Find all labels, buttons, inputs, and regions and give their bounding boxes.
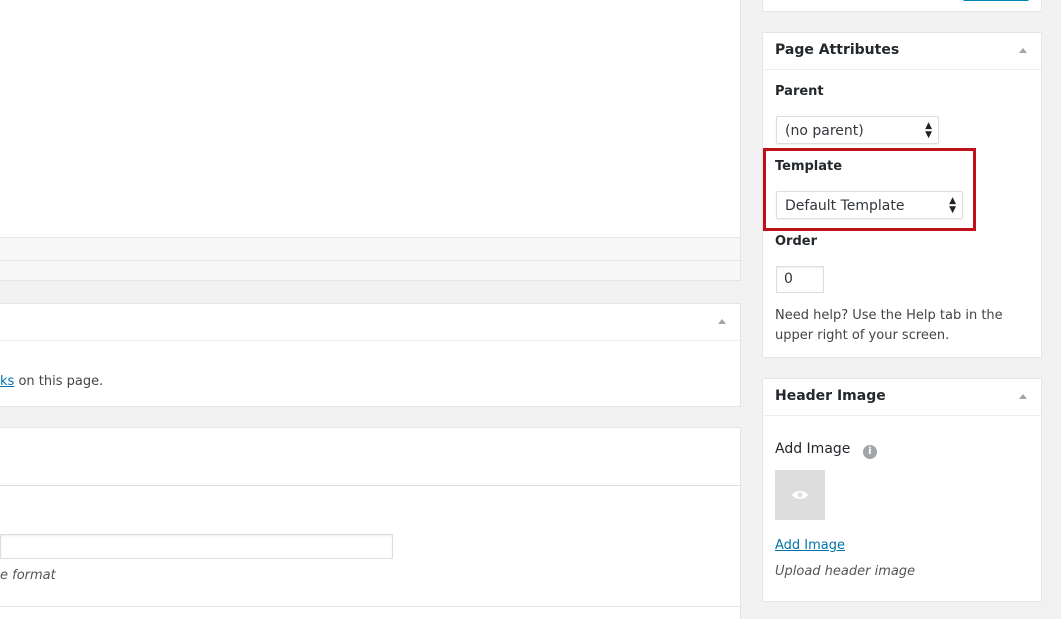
help-text: Need help? Use the Help tab in the upper… <box>775 308 1003 343</box>
header-image-preview[interactable] <box>775 470 825 520</box>
editor-status-bar <box>0 237 741 281</box>
page-attributes-header[interactable]: Page Attributes <box>763 33 1041 70</box>
select-arrows-icon: ▲ ▼ <box>925 121 932 140</box>
slug-box-divider <box>0 485 740 486</box>
page-attributes-title: Page Attributes <box>775 42 900 58</box>
parent-select-value: (no parent) <box>785 123 864 139</box>
add-image-link[interactable]: Add Image <box>775 538 845 553</box>
publish-button[interactable] <box>962 0 1030 1</box>
slug-input[interactable] <box>0 534 393 559</box>
template-select[interactable]: Default Template ▲ ▼ <box>776 191 963 219</box>
order-input-value: 0 <box>784 271 793 287</box>
order-label: Order <box>775 234 817 249</box>
template-label: Template <box>775 159 843 174</box>
lower-box-edge <box>0 607 741 619</box>
parent-select[interactable]: (no parent) ▲ ▼ <box>776 116 939 144</box>
publish-box-bottom <box>762 0 1042 12</box>
eye-icon <box>792 491 808 499</box>
collapse-toggle-icon[interactable] <box>718 319 726 324</box>
trackbacks-link[interactable]: ks <box>0 374 14 389</box>
collapse-toggle-icon[interactable] <box>1019 394 1027 399</box>
discussion-box-header[interactable] <box>0 304 740 341</box>
collapse-toggle-icon[interactable] <box>1019 48 1027 53</box>
editor-content-area[interactable] <box>0 0 741 237</box>
header-image-header[interactable]: Header Image <box>763 379 1041 416</box>
upload-hint: Upload header image <box>775 564 916 579</box>
select-arrows-icon: ▲ ▼ <box>949 196 956 215</box>
info-icon[interactable]: i <box>862 445 877 459</box>
parent-label: Parent <box>775 84 824 99</box>
template-select-value: Default Template <box>785 198 905 214</box>
header-image-title: Header Image <box>775 388 886 404</box>
header-image-box: Header Image Add Image i Add Image Uploa… <box>762 378 1042 602</box>
slug-hint: e format <box>0 568 56 583</box>
discussion-text: ks on this page. <box>0 374 104 389</box>
order-input[interactable]: 0 <box>776 266 824 293</box>
slug-box: e format <box>0 427 741 607</box>
add-image-heading: Add Image i <box>775 441 877 459</box>
page-attributes-box: Page Attributes Parent (no parent) ▲ ▼ Te… <box>762 32 1042 358</box>
discussion-box: ks on this page. <box>0 303 741 407</box>
